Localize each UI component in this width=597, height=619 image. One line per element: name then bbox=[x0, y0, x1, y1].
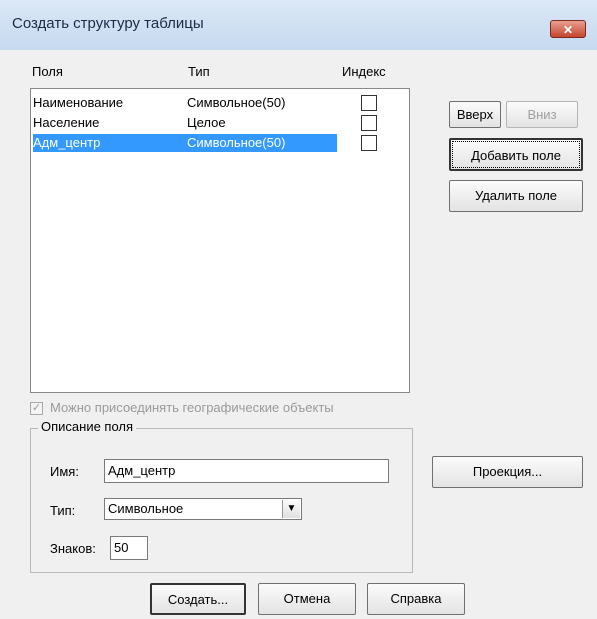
type-select-value: Символьное bbox=[108, 501, 184, 516]
create-table-structure-dialog: Создать структуру таблицы ✕ Поля Тип Инд… bbox=[0, 0, 597, 619]
help-button[interactable]: Справка bbox=[367, 583, 465, 615]
close-button[interactable]: ✕ bbox=[550, 20, 586, 38]
column-header-index: Индекс bbox=[342, 64, 386, 79]
name-input[interactable]: Адм_центр bbox=[104, 459, 389, 483]
field-row[interactable]: Наименование Символьное(50) bbox=[31, 94, 411, 112]
geo-objects-checkbox[interactable]: ✓ bbox=[30, 402, 43, 415]
geo-objects-label: Можно присоединять географические объект… bbox=[50, 400, 334, 415]
chars-label: Знаков: bbox=[50, 541, 96, 556]
chevron-down-icon[interactable]: ▼ bbox=[282, 500, 300, 518]
field-type: Символьное(50) bbox=[187, 135, 286, 150]
add-field-button[interactable]: Добавить поле bbox=[449, 138, 583, 171]
field-description-legend: Описание поля bbox=[38, 419, 137, 434]
field-row-selected[interactable]: Адм_центр Символьное(50) bbox=[31, 134, 411, 152]
projection-button[interactable]: Проекция... bbox=[432, 456, 583, 488]
delete-field-button[interactable]: Удалить поле bbox=[449, 180, 583, 212]
index-checkbox[interactable] bbox=[361, 135, 377, 151]
fields-list[interactable]: Наименование Символьное(50) Население Це… bbox=[30, 88, 410, 393]
field-type: Целое bbox=[187, 115, 226, 130]
create-button[interactable]: Создать... bbox=[150, 583, 246, 615]
cancel-button[interactable]: Отмена bbox=[258, 583, 356, 615]
field-name: Наименование bbox=[33, 95, 124, 110]
field-name: Адм_центр bbox=[33, 135, 101, 150]
field-name: Население bbox=[33, 115, 100, 130]
column-header-type: Тип bbox=[188, 64, 210, 79]
field-row[interactable]: Население Целое bbox=[31, 114, 411, 132]
field-type: Символьное(50) bbox=[187, 95, 286, 110]
move-down-button[interactable]: Вниз bbox=[506, 101, 578, 128]
name-label: Имя: bbox=[50, 464, 79, 479]
column-header-fields: Поля bbox=[32, 64, 63, 79]
check-icon: ✓ bbox=[31, 402, 42, 414]
chars-input[interactable]: 50 bbox=[110, 536, 148, 560]
move-up-button[interactable]: Вверх bbox=[449, 101, 501, 128]
type-select[interactable]: Символьное ▼ bbox=[104, 498, 302, 520]
index-checkbox[interactable] bbox=[361, 95, 377, 111]
index-checkbox[interactable] bbox=[361, 115, 377, 131]
title-bar: Создать структуру таблицы ✕ bbox=[0, 0, 597, 50]
type-label: Тип: bbox=[50, 503, 76, 518]
close-icon: ✕ bbox=[562, 23, 574, 37]
dialog-title: Создать структуру таблицы bbox=[12, 15, 204, 32]
